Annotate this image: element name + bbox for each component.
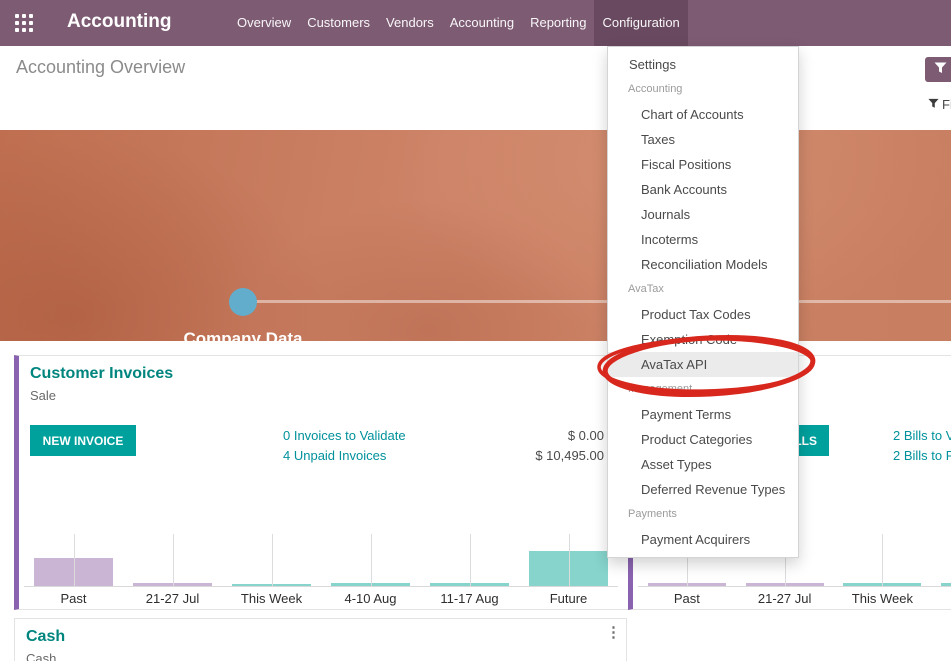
top-navbar: Accounting OverviewCustomersVendorsAccou… <box>0 0 951 46</box>
unpaid-invoices-link[interactable]: 4 Unpaid Invoices <box>283 446 406 466</box>
nav-item-vendors[interactable]: Vendors <box>378 0 442 46</box>
filter-button[interactable] <box>925 57 951 82</box>
config-menu-journals[interactable]: Journals <box>608 202 798 227</box>
app-brand-title[interactable]: Accounting <box>67 11 172 33</box>
onboarding-banner: Company Data Setup your company's data f… <box>0 130 951 341</box>
bills-to-validate-link[interactable]: 2 Bills to V <box>893 426 951 446</box>
customer-invoices-amounts: $ 0.00 $ 10,495.00 <box>535 426 604 466</box>
chart-gridline <box>569 534 570 586</box>
chart-x-label-this-week: This Week <box>834 587 932 609</box>
chart-slot <box>420 534 519 586</box>
control-panel: Accounting Overview Fi <box>0 46 951 130</box>
chart-gridline <box>470 534 471 586</box>
onboarding-progress-line <box>243 300 951 303</box>
chart-slot <box>123 534 222 586</box>
chart-gridline <box>74 534 75 586</box>
chart-x-label-past: Past <box>638 587 736 609</box>
chart-slot <box>834 534 932 586</box>
customer-invoices-links: 0 Invoices to Validate 4 Unpaid Invoices <box>283 426 406 466</box>
bills-to-pay-link[interactable]: 2 Bills to P <box>893 446 951 466</box>
invoices-to-validate-amount: $ 0.00 <box>535 426 604 446</box>
config-menu-product-tax-codes[interactable]: Product Tax Codes <box>608 302 798 327</box>
customer-invoices-title[interactable]: Customer Invoices <box>30 365 173 383</box>
config-dropdown: SettingsAccountingChart of AccountsTaxes… <box>607 46 799 558</box>
filter-funnel-icon <box>934 61 947 79</box>
kebab-menu-icon[interactable]: ⋮ <box>606 625 621 641</box>
accounting-dashboard: Accounting OverviewCustomersVendorsAccou… <box>0 0 951 661</box>
cash-card: Cash Cash ⋮ <box>14 618 627 661</box>
config-menu-payment-acquirers[interactable]: Payment Acquirers <box>608 527 798 552</box>
apps-menu-icon[interactable] <box>15 14 33 32</box>
config-menu-taxes[interactable]: Taxes <box>608 127 798 152</box>
chart-x-label-past: Past <box>24 587 123 609</box>
chart-gridline <box>882 534 883 586</box>
config-menu-exemption-code[interactable]: Exemption Code <box>608 327 798 352</box>
nav-item-configuration[interactable]: Configuration <box>594 0 687 46</box>
config-menu-settings[interactable]: Settings <box>608 52 798 77</box>
nav-item-overview[interactable]: Overview <box>229 0 299 46</box>
chart-bar-4-10-aug[interactable] <box>941 583 951 586</box>
chart-slot <box>519 534 618 586</box>
onboarding-step-title: Company Data <box>93 329 393 341</box>
new-invoice-button[interactable]: NEW INVOICE <box>30 425 136 456</box>
chart-slot <box>222 534 321 586</box>
config-menu-deferred-revenue-types[interactable]: Deferred Revenue Types <box>608 477 798 502</box>
chart-slot <box>321 534 420 586</box>
chart-gridline <box>272 534 273 586</box>
chart-x-label-this-week: This Week <box>222 587 321 609</box>
chart-x-label-4-10-aug: 4-10 Aug <box>321 587 420 609</box>
chart-slot <box>931 534 951 586</box>
config-section-payments: Payments <box>608 502 798 527</box>
nav-item-accounting[interactable]: Accounting <box>442 0 522 46</box>
customer-invoices-chart <box>24 534 618 587</box>
filters-toggle-label: Fi <box>942 97 951 112</box>
filter-funnel-icon <box>928 97 939 112</box>
chart-x-label-11-17-aug: 11-17 Aug <box>420 587 519 609</box>
vendor-bills-links: 2 Bills to V 2 Bills to P <box>893 426 951 466</box>
unpaid-invoices-amount: $ 10,495.00 <box>535 446 604 466</box>
config-menu-payment-terms[interactable]: Payment Terms <box>608 402 798 427</box>
onboarding-step-dot[interactable] <box>229 288 257 316</box>
top-nav: OverviewCustomersVendorsAccountingReport… <box>229 0 688 46</box>
config-section-management: Management <box>608 377 798 402</box>
config-menu-reconciliation-models[interactable]: Reconciliation Models <box>608 252 798 277</box>
customer-invoices-chart-labels: Past21-27 JulThis Week4-10 Aug11-17 AugF… <box>24 587 618 609</box>
chart-x-label-future: Future <box>519 587 618 609</box>
invoices-to-validate-link[interactable]: 0 Invoices to Validate <box>283 426 406 446</box>
cash-card-subtitle: Cash <box>26 651 56 661</box>
vendor-bills-chart-labels: Past21-27 JulThis Week4-10 Aug <box>638 587 951 609</box>
config-menu-bank-accounts[interactable]: Bank Accounts <box>608 177 798 202</box>
customer-invoices-card: Customer Invoices Sale NEW INVOICE 0 Inv… <box>14 355 631 610</box>
nav-item-customers[interactable]: Customers <box>299 0 378 46</box>
chart-x-label-4-10-aug: 4-10 Aug <box>931 587 951 609</box>
chart-gridline <box>371 534 372 586</box>
breadcrumb: Accounting Overview <box>16 57 185 78</box>
chart-x-label-21-27-jul: 21-27 Jul <box>123 587 222 609</box>
chart-slot <box>24 534 123 586</box>
config-menu-avatax-api[interactable]: AvaTax API <box>608 352 798 377</box>
config-menu-fiscal-positions[interactable]: Fiscal Positions <box>608 152 798 177</box>
chart-x-label-21-27-jul: 21-27 Jul <box>736 587 834 609</box>
nav-item-reporting[interactable]: Reporting <box>522 0 594 46</box>
config-menu-incoterms[interactable]: Incoterms <box>608 227 798 252</box>
config-menu-asset-types[interactable]: Asset Types <box>608 452 798 477</box>
config-section-avatax: AvaTax <box>608 277 798 302</box>
filters-toggle[interactable]: Fi <box>928 97 951 112</box>
config-menu-product-categories[interactable]: Product Categories <box>608 427 798 452</box>
chart-gridline <box>173 534 174 586</box>
customer-invoices-subtitle: Sale <box>30 388 56 403</box>
config-menu-chart-of-accounts[interactable]: Chart of Accounts <box>608 102 798 127</box>
cash-card-title[interactable]: Cash <box>26 628 65 646</box>
config-section-accounting: Accounting <box>608 77 798 102</box>
